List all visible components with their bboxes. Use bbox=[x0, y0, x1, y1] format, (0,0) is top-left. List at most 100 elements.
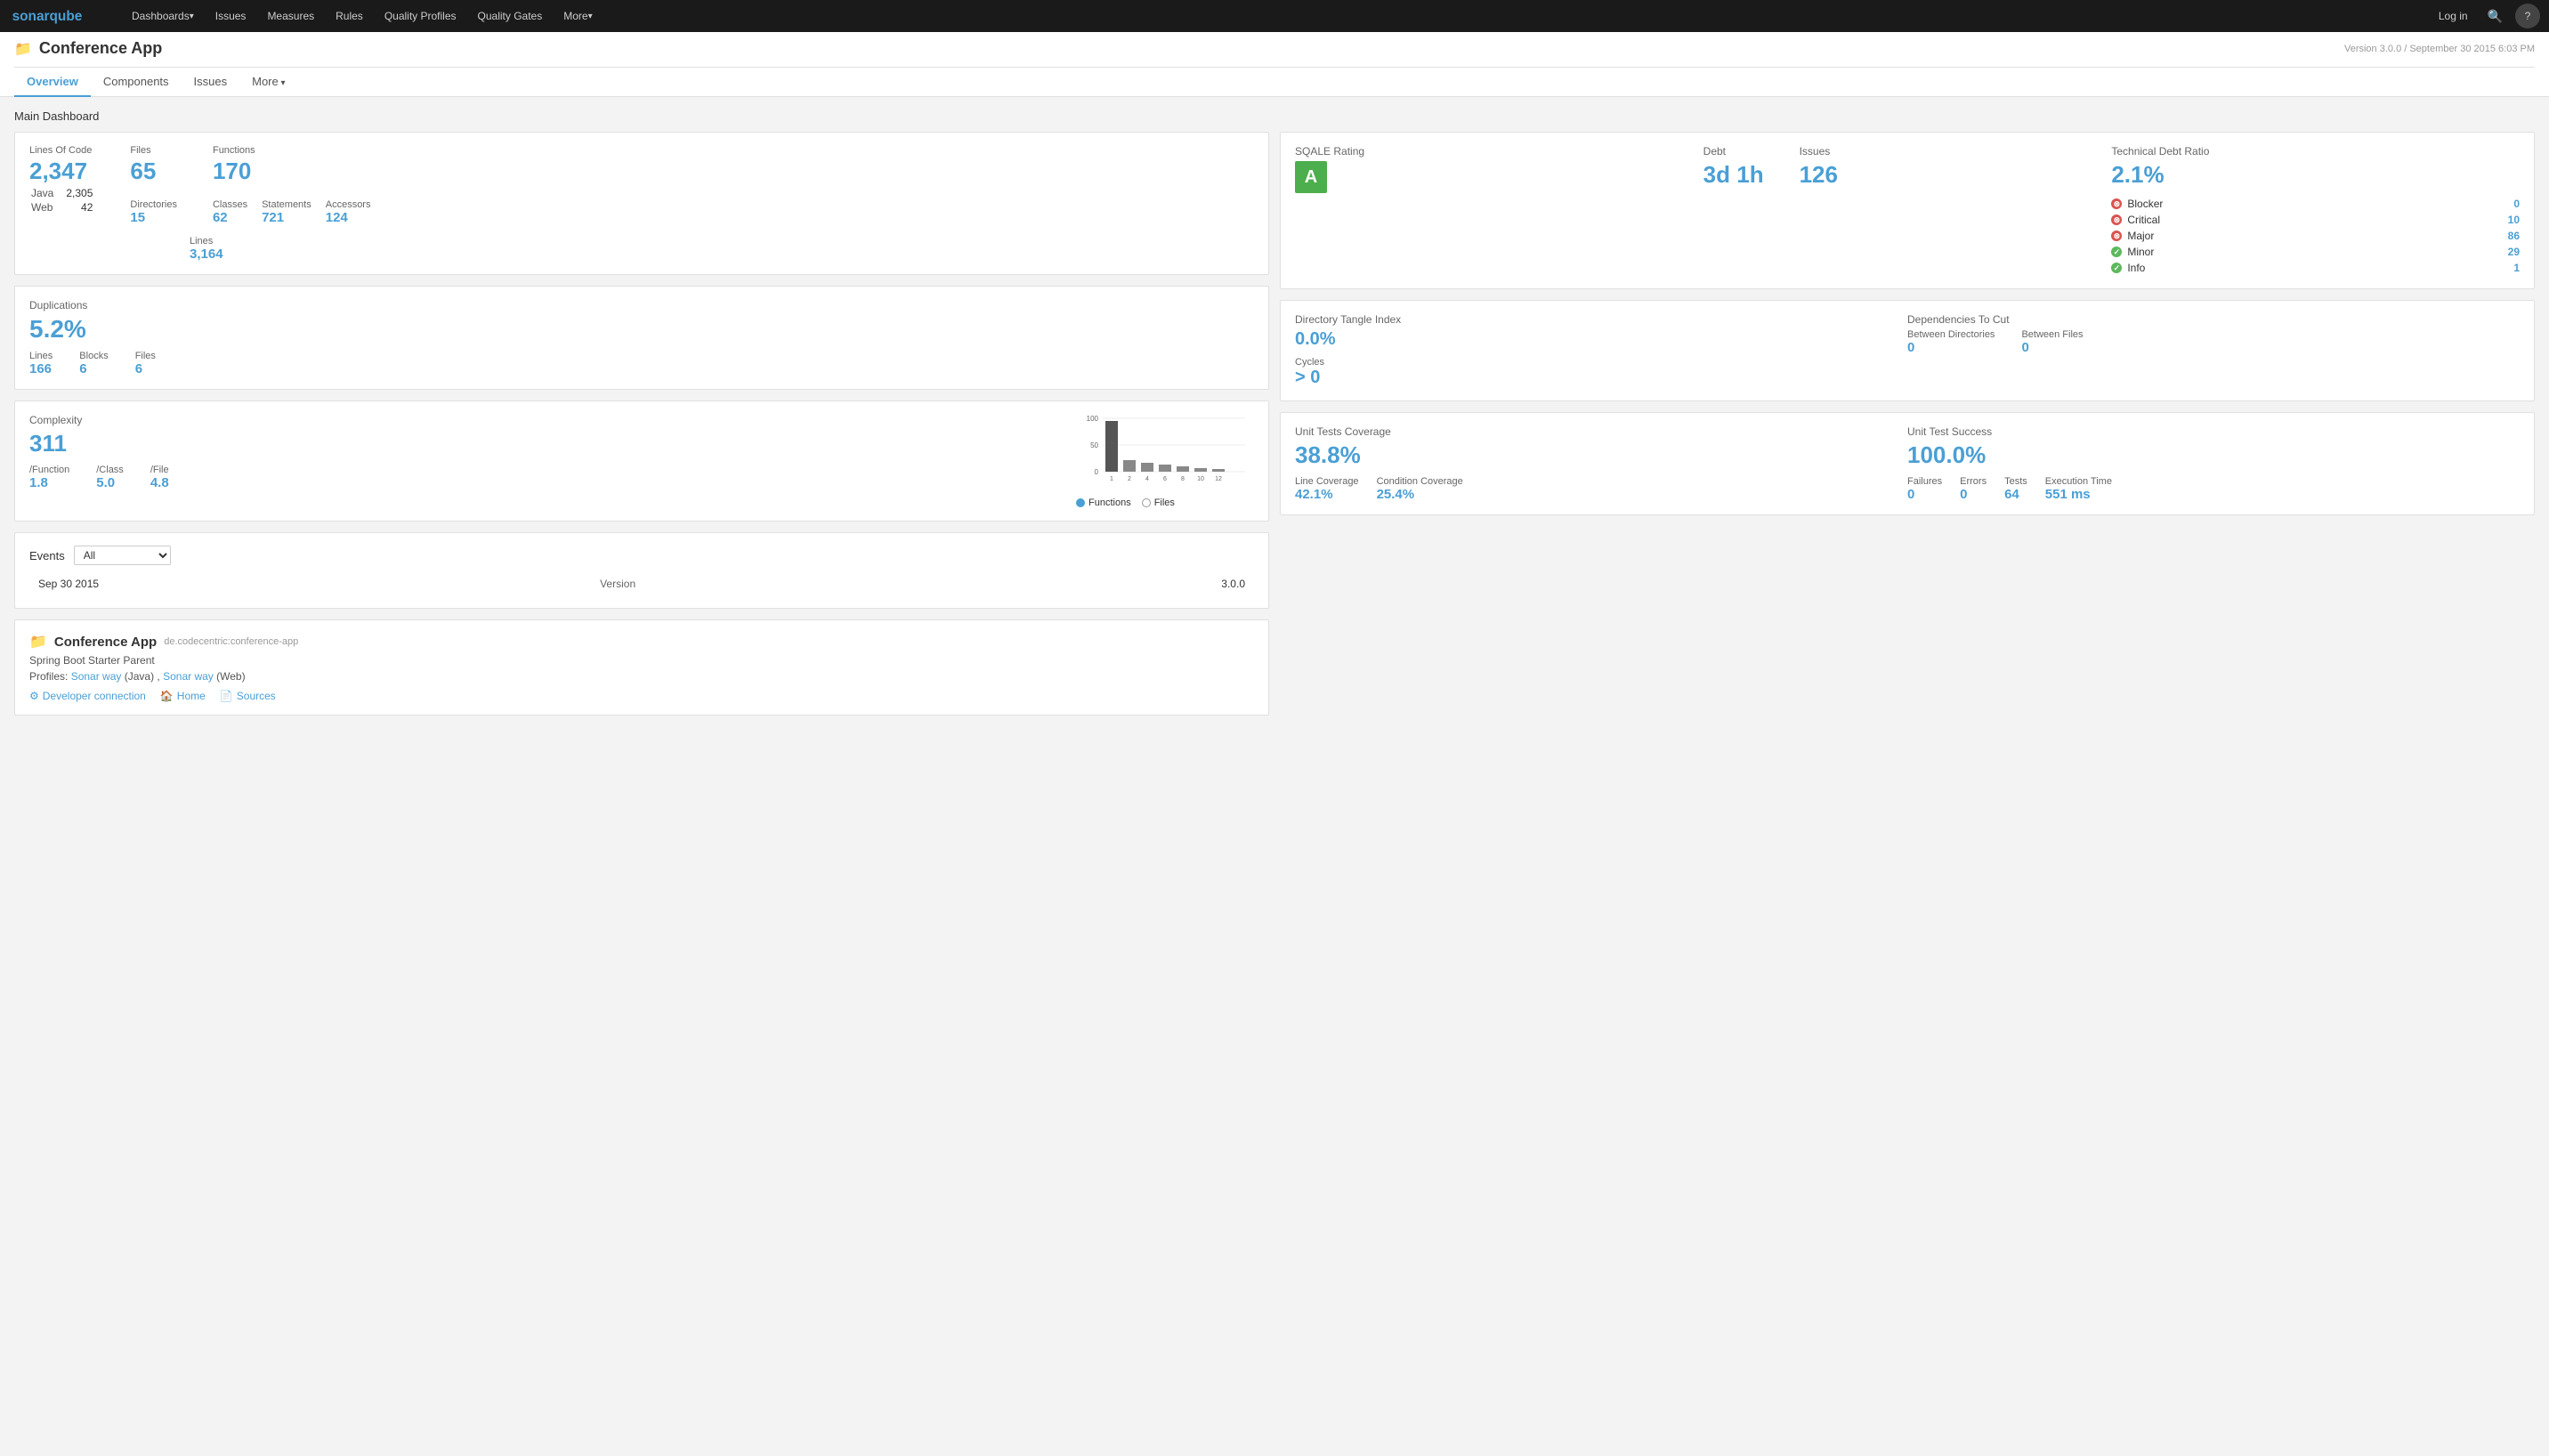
logo[interactable]: sonarqube bbox=[9, 5, 107, 27]
sqale-label: SQALE Rating bbox=[1295, 145, 1703, 158]
nav-quality-profiles[interactable]: Quality Profiles bbox=[374, 0, 467, 32]
dup-lines-value[interactable]: 166 bbox=[29, 361, 53, 376]
major-icon: ⊗ bbox=[2111, 231, 2122, 241]
line-coverage: Line Coverage 42.1% bbox=[1295, 476, 1359, 502]
lines-stat: Lines 3,164 bbox=[190, 236, 223, 262]
legend-files[interactable]: Files bbox=[1142, 497, 1175, 508]
project-header: 📁 Conference App Version 3.0.0 / Septemb… bbox=[0, 32, 2549, 97]
failures-value[interactable]: 0 bbox=[1907, 487, 1942, 502]
between-files: Between Files 0 bbox=[2021, 329, 2083, 355]
major-count[interactable]: 86 bbox=[2508, 230, 2520, 242]
sources-label: Sources bbox=[237, 690, 276, 702]
home-link[interactable]: 🏠 Home bbox=[160, 690, 206, 702]
tab-components[interactable]: Components bbox=[91, 68, 182, 97]
lang-java: Java bbox=[31, 187, 64, 199]
project-info-name: Conference App bbox=[54, 635, 157, 650]
tab-overview[interactable]: Overview bbox=[14, 68, 91, 97]
issues-list: ⊗ Blocker 0 ⊗ Critical 10 bbox=[2111, 196, 2520, 276]
nav-more[interactable]: More bbox=[553, 0, 603, 32]
critical-count[interactable]: 10 bbox=[2508, 214, 2520, 226]
tab-more[interactable]: More bbox=[239, 68, 297, 97]
loc-value[interactable]: 2,347 bbox=[29, 158, 94, 185]
nav-issues[interactable]: Issues bbox=[205, 0, 257, 32]
events-card: Events AllVersionQuality ProfileAlertPro… bbox=[14, 532, 1269, 609]
developer-connection-link[interactable]: ⚙ Developer connection bbox=[29, 690, 146, 702]
tangle-label: Directory Tangle Index bbox=[1295, 313, 1907, 326]
line-coverage-value[interactable]: 42.1% bbox=[1295, 487, 1359, 502]
exec-time-label: Execution Time bbox=[2045, 476, 2112, 487]
per-function-value[interactable]: 1.8 bbox=[29, 475, 69, 490]
right-column: SQALE Rating A Debt 3d 1h Issues 126 bbox=[1280, 132, 2535, 716]
exec-time-value[interactable]: 551 ms bbox=[2045, 487, 2112, 502]
tab-issues[interactable]: Issues bbox=[182, 68, 240, 97]
search-icon[interactable]: 🔍 bbox=[2479, 9, 2512, 24]
dup-lines: Lines 166 bbox=[29, 351, 53, 376]
duplications-card: Duplications 5.2% Lines 166 Blocks 6 Fil… bbox=[14, 286, 1269, 390]
home-icon: 🏠 bbox=[160, 690, 174, 702]
duplications-value[interactable]: 5.2% bbox=[29, 315, 1254, 344]
dup-blocks-value[interactable]: 6 bbox=[79, 361, 108, 376]
lang-web-count: 42 bbox=[66, 201, 93, 214]
coverage-value[interactable]: 38.8% bbox=[1295, 441, 1907, 469]
statements-stat: Statements 721 bbox=[262, 199, 312, 225]
help-icon[interactable]: ? bbox=[2515, 4, 2540, 28]
info-count[interactable]: 1 bbox=[2513, 262, 2520, 274]
project-profiles: Profiles: Sonar way (Java) , Sonar way (… bbox=[29, 670, 1254, 683]
tech-debt-value[interactable]: 2.1% bbox=[2111, 161, 2520, 189]
condition-coverage-value[interactable]: 25.4% bbox=[1377, 487, 1463, 502]
profile-web-link[interactable]: Sonar way bbox=[163, 670, 214, 683]
event-type: Version bbox=[593, 574, 966, 594]
sqale-card: SQALE Rating A Debt 3d 1h Issues 126 bbox=[1280, 132, 2535, 289]
sqale-badge[interactable]: A bbox=[1295, 161, 1327, 193]
tech-debt-section: Technical Debt Ratio 2.1% ⊗ Blocker 0 bbox=[2111, 145, 2520, 276]
directories-stat: Directories 15 bbox=[130, 199, 177, 225]
minor-count[interactable]: 29 bbox=[2508, 246, 2520, 258]
lines-value[interactable]: 3,164 bbox=[190, 247, 223, 262]
blocker-count[interactable]: 0 bbox=[2513, 198, 2520, 210]
cycles-value[interactable]: > 0 bbox=[1295, 368, 1907, 388]
files-value[interactable]: 65 bbox=[130, 158, 177, 185]
complexity-left: Complexity 311 /Function 1.8 /Class 5.0 bbox=[29, 414, 1058, 490]
statements-value[interactable]: 721 bbox=[262, 210, 312, 225]
tests-value[interactable]: 64 bbox=[2004, 487, 2027, 502]
nav-quality-gates[interactable]: Quality Gates bbox=[467, 0, 554, 32]
tests-label: Tests bbox=[2004, 476, 2027, 487]
accessors-value[interactable]: 124 bbox=[326, 210, 371, 225]
between-dirs-value[interactable]: 0 bbox=[1907, 340, 1995, 355]
errors-value[interactable]: 0 bbox=[1960, 487, 1987, 502]
tangle-value[interactable]: 0.0% bbox=[1295, 329, 1907, 350]
unit-coverage-section: Unit Tests Coverage 38.8% Line Coverage … bbox=[1295, 425, 1907, 502]
complexity-value[interactable]: 311 bbox=[29, 430, 1058, 457]
profile-java-link[interactable]: Sonar way bbox=[71, 670, 122, 683]
issues-block: Issues 126 bbox=[1800, 145, 1838, 196]
loc-block: Lines Of Code 2,347 Java 2,305 Web 42 bbox=[29, 145, 94, 225]
directories-value[interactable]: 15 bbox=[130, 210, 177, 225]
per-class-value[interactable]: 5.0 bbox=[96, 475, 124, 490]
svg-text:6: 6 bbox=[1163, 476, 1167, 482]
sources-icon: 📄 bbox=[220, 690, 233, 702]
per-file-value[interactable]: 4.8 bbox=[150, 475, 169, 490]
sources-link[interactable]: 📄 Sources bbox=[220, 690, 276, 702]
complexity-chart: 100 50 0 bbox=[1076, 414, 1254, 508]
dup-files: Files 6 bbox=[135, 351, 156, 376]
issues-value[interactable]: 126 bbox=[1800, 161, 1838, 189]
exec-time-block: Execution Time 551 ms bbox=[2045, 476, 2112, 502]
functions-label: Functions bbox=[213, 145, 371, 156]
success-value[interactable]: 100.0% bbox=[1907, 441, 2520, 469]
dup-blocks-label: Blocks bbox=[79, 351, 108, 361]
classes-value[interactable]: 62 bbox=[213, 210, 247, 225]
dup-files-value[interactable]: 6 bbox=[135, 361, 156, 376]
profile-java-lang: (Java) , bbox=[125, 670, 163, 683]
debt-value[interactable]: 3d 1h bbox=[1703, 161, 1764, 189]
nav-measures[interactable]: Measures bbox=[256, 0, 325, 32]
events-label: Events bbox=[29, 549, 65, 562]
login-button[interactable]: Log in bbox=[2428, 10, 2479, 22]
nav-rules[interactable]: Rules bbox=[325, 0, 374, 32]
project-info-icon: 📁 bbox=[29, 633, 47, 651]
between-files-value[interactable]: 0 bbox=[2021, 340, 2083, 355]
functions-value[interactable]: 170 bbox=[213, 158, 371, 185]
functions-dot bbox=[1076, 498, 1085, 507]
events-filter-select[interactable]: AllVersionQuality ProfileAlertProfile bbox=[74, 546, 171, 565]
legend-functions[interactable]: Functions bbox=[1076, 497, 1131, 508]
nav-dashboards[interactable]: Dashboards bbox=[121, 0, 205, 32]
